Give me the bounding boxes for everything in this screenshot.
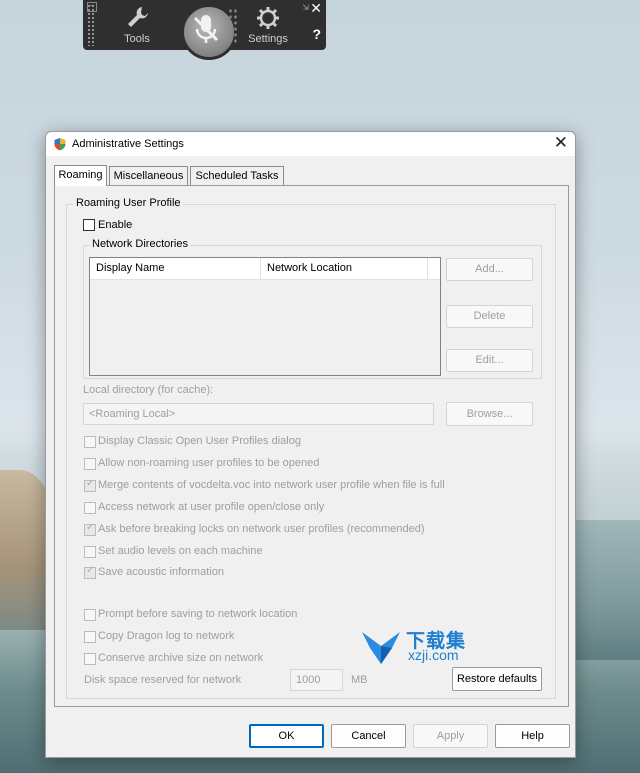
gear-icon [257,7,279,29]
enable-checkbox[interactable] [83,219,95,231]
restore-bar-icon[interactable]: ⇲ [302,3,309,12]
download-arrow-icon [362,632,400,664]
add-button[interactable]: Add... [446,258,533,281]
network-directories-list[interactable]: Display Name Network Location [89,257,441,376]
disk-space-label: Disk space reserved for network [84,674,242,686]
dragon-bar: – Tools Settings ⇲ ✕ ? [83,0,326,60]
display-classic-open-label: Display Classic Open User Profiles dialo… [98,435,301,447]
copy-dragon-log-checkbox[interactable] [84,631,96,643]
cancel-button[interactable]: Cancel [331,724,406,748]
ask-before-breaking-label: Ask before breaking locks on network use… [98,523,425,535]
wrench-icon [128,7,148,27]
settings-label: Settings [248,33,288,45]
enable-label: Enable [98,219,133,231]
watermark-text-url: xzji.com [408,647,459,663]
close-bar-icon[interactable]: ✕ [310,0,322,17]
network-directories-label: Network Directories [90,238,190,250]
tools-label: Tools [124,33,150,45]
tab-scheduled-tasks[interactable]: Scheduled Tasks [190,166,284,185]
conserve-archive-label: Conserve archive size on network [98,652,264,664]
restore-defaults-button[interactable]: Restore defaults [452,667,542,691]
delete-button[interactable]: Delete [446,305,533,328]
shield-icon [54,138,66,151]
microphone-icon [193,15,219,43]
allow-non-roaming-label: Allow non-roaming user profiles to be op… [98,457,320,469]
allow-non-roaming-checkbox[interactable] [84,458,96,470]
administrative-settings-dialog: Administrative Settings ✕ Roaming Miscel… [45,131,576,758]
edit-button[interactable]: Edit... [446,349,533,372]
settings-menu[interactable]: Settings [243,4,293,45]
dialog-title: Administrative Settings [72,138,184,150]
help-icon[interactable]: ? [312,26,321,42]
browse-button[interactable]: Browse... [446,402,533,426]
column-display-name[interactable]: Display Name [90,258,261,279]
copy-dragon-log-label: Copy Dragon log to network [98,630,235,642]
list-header: Display Name Network Location [90,258,440,280]
tools-menu[interactable]: Tools [112,4,162,45]
prompt-before-saving-label: Prompt before saving to network location [98,608,298,620]
conserve-archive-checkbox[interactable] [84,653,96,665]
set-audio-levels-label: Set audio levels on each machine [98,545,263,557]
apply-button[interactable]: Apply [413,724,488,748]
title-bar[interactable]: Administrative Settings ✕ [46,132,575,156]
access-network-label: Access network at user profile open/clos… [98,501,325,513]
disk-space-unit: MB [351,674,368,686]
local-directory-field[interactable]: <Roaming Local> [83,403,434,425]
volume-meter [228,8,238,44]
roaming-tab-panel: Roaming User Profile Enable Network Dire… [54,185,569,707]
drag-grip-icon[interactable] [87,4,95,46]
ask-before-breaking-checkbox[interactable] [84,522,96,536]
close-icon[interactable]: ✕ [554,134,568,152]
ok-button[interactable]: OK [249,724,324,748]
local-directory-label: Local directory (for cache): [83,384,214,396]
display-classic-open-checkbox[interactable] [84,436,96,448]
set-audio-levels-checkbox[interactable] [84,546,96,558]
tab-miscellaneous[interactable]: Miscellaneous [109,166,188,185]
roaming-user-profile-label: Roaming User Profile [74,197,183,209]
help-button[interactable]: Help [495,724,570,748]
tab-roaming[interactable]: Roaming [54,165,107,186]
save-acoustic-label: Save acoustic information [98,566,224,578]
save-acoustic-checkbox[interactable] [84,565,96,579]
watermark-logo: 下载集 xzji.com [358,626,488,668]
merge-vocdelta-checkbox[interactable] [84,478,96,492]
prompt-before-saving-checkbox[interactable] [84,609,96,621]
disk-space-field[interactable]: 1000 [290,669,343,691]
desktop-background-shore-right [570,520,640,660]
access-network-checkbox[interactable] [84,502,96,514]
column-network-location[interactable]: Network Location [261,258,428,279]
merge-vocdelta-label: Merge contents of vocdelta.voc into netw… [98,479,445,491]
